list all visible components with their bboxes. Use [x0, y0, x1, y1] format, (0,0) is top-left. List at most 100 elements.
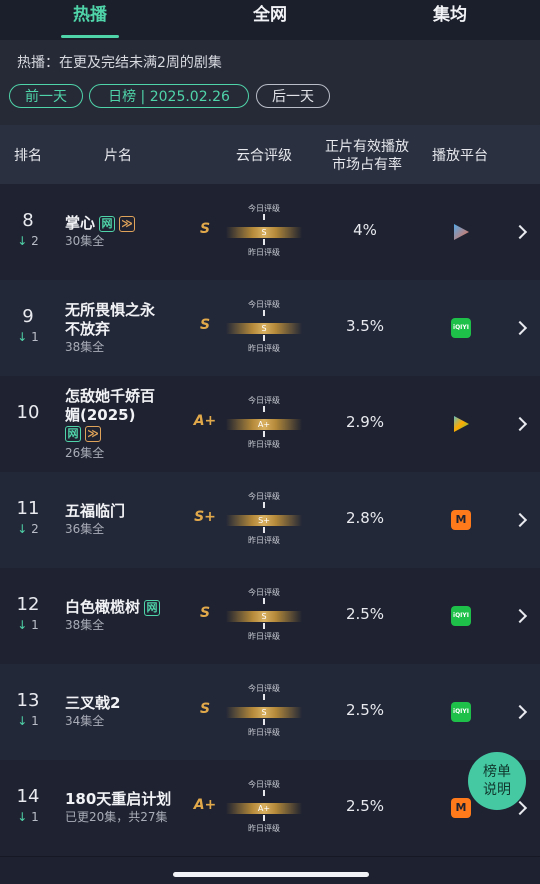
show-title-line[interactable]: 三叉戟2	[65, 692, 120, 713]
market-share: 2.5%	[345, 605, 385, 623]
rating-grade: S	[199, 221, 211, 237]
table-row[interactable]: 9 ↓ 1 无所畏惧之永 不放弃 38集全 S 今日评级 S 昨日评级 3.5% iQIYI	[0, 280, 540, 377]
rating-bar-grade: S+	[258, 516, 270, 525]
ranking-description: 热播：在更及完结未满2周的剧集	[17, 55, 222, 71]
show-title-line[interactable]: 怎敌她千娇百	[65, 385, 155, 406]
today-rating-label: 今日评级	[248, 780, 280, 789]
yesterday-rating-label: 昨日评级	[248, 536, 280, 545]
rank-number: 9	[22, 306, 34, 327]
ranking-explanation-button[interactable]: 榜单 说明	[468, 752, 526, 810]
rating-bar: A+	[226, 803, 302, 814]
rank-change: ↓ 1	[0, 810, 56, 824]
table-header: 排名 片名 云合评级 正片有效播放 市场占有率 播放平台	[0, 125, 540, 184]
rating-grade: S	[199, 605, 211, 621]
rating-grade: S	[199, 317, 211, 333]
chevron-right-icon[interactable]	[513, 320, 529, 336]
rank-change-value: 1	[31, 330, 39, 344]
episode-count: 36集全	[65, 522, 105, 536]
rating-bar-grade: S	[261, 708, 267, 717]
rank-change-value: 1	[31, 618, 39, 632]
table-row[interactable]: 14 ↓ 1 180天重启计划 已更20集，共27集 A+ 今日评级 A+ 昨日评级 2.5% M	[0, 760, 540, 857]
iqiyi-icon: iQIYI	[451, 702, 471, 722]
rank-number: 10	[16, 402, 40, 423]
rank-down-arrow-icon: ↓	[17, 330, 32, 344]
fast-forward-badge-icon: ≫	[85, 425, 101, 442]
tab-per-episode[interactable]: 集均	[360, 0, 540, 40]
header-share-line1: 正片有效播放	[325, 139, 409, 155]
show-title-line[interactable]: 无所畏惧之永	[65, 299, 155, 320]
next-day-button[interactable]: 后一天	[256, 84, 330, 108]
rating-grade: S	[199, 701, 211, 717]
home-indicator[interactable]	[173, 872, 369, 877]
rating-marker-icon	[263, 214, 265, 220]
today-rating-label: 今日评级	[248, 204, 280, 213]
show-title-line[interactable]: 媚(2025)	[65, 404, 135, 425]
chevron-right-icon[interactable]	[513, 416, 529, 432]
chevron-right-icon[interactable]	[513, 512, 529, 528]
web-series-badge: 网	[65, 425, 81, 442]
web-series-badge: 网	[144, 599, 161, 616]
chevron-right-icon[interactable]	[513, 704, 529, 720]
tab-hot[interactable]: 热播	[0, 0, 180, 40]
table-row[interactable]: 8 ↓ 2 掌心网 ≫ 30集全 S 今日评级 S 昨日评级 4%	[0, 184, 540, 281]
previous-day-button[interactable]: 前一天	[9, 84, 83, 108]
fast-forward-badge-icon: ≫	[119, 215, 136, 232]
rank-change: ↓ 2	[0, 234, 56, 248]
rating-bar: A+	[226, 419, 302, 430]
rank-number: 12	[16, 594, 40, 615]
rating-grade: A+	[193, 413, 217, 429]
rating-marker-icon	[263, 623, 265, 629]
rank-down-arrow-icon: ↓	[17, 522, 32, 536]
rating-bar-grade: S	[261, 324, 267, 333]
table-row[interactable]: 12 ↓ 1 白色橄榄树网 38集全 S 今日评级 S 昨日评级 2.5% iQIYI	[0, 568, 540, 665]
header-title: 片名	[104, 148, 132, 164]
rank-down-arrow-icon: ↓	[17, 714, 32, 728]
rating-bar-grade: A+	[257, 420, 271, 429]
rank-number: 14	[16, 786, 40, 807]
market-share: 2.8%	[345, 509, 385, 527]
show-title-text: 白色橄榄树	[65, 598, 141, 616]
rank-down-arrow-icon: ↓	[17, 618, 32, 632]
youku-icon	[454, 224, 469, 240]
episode-count: 38集全	[65, 618, 105, 632]
rating-marker-icon	[263, 502, 265, 508]
market-share: 4%	[353, 221, 377, 239]
show-title-text: 五福临门	[65, 502, 126, 520]
show-title-line[interactable]: 掌心网 ≫	[65, 212, 136, 233]
rating-indicator: 今日评级 A+ 昨日评级	[226, 779, 302, 839]
rating-bar: S	[226, 707, 302, 718]
show-title-line[interactable]: 不放弃	[65, 318, 110, 339]
rank-number: 8	[22, 210, 34, 231]
tab-all-network[interactable]: 全网	[180, 0, 360, 40]
market-share: 3.5%	[345, 317, 385, 335]
show-title-line[interactable]: 180天重启计划	[65, 788, 171, 809]
tencent-video-icon	[454, 416, 469, 432]
rating-marker-icon	[263, 406, 265, 412]
show-title-line[interactable]: 五福临门	[65, 500, 125, 521]
mango-tv-icon: M	[451, 798, 471, 818]
date-selector[interactable]: 日榜 | 2025.02.26	[89, 84, 249, 108]
yesterday-rating-label: 昨日评级	[248, 632, 280, 641]
rank-change: ↓ 1	[0, 714, 56, 728]
rank-down-arrow-icon: ↓	[17, 810, 32, 824]
mango-tv-icon: M	[451, 510, 471, 530]
table-row[interactable]: 13 ↓ 1 三叉戟2 34集全 S 今日评级 S 昨日评级 2.5% iQIYI	[0, 664, 540, 761]
chevron-right-icon[interactable]	[513, 224, 529, 240]
rank-change: ↓ 1	[0, 330, 56, 344]
show-title-text: 180天重启计划	[65, 790, 172, 808]
yesterday-rating-label: 昨日评级	[248, 248, 280, 257]
chevron-right-icon[interactable]	[513, 608, 529, 624]
show-title-line[interactable]: 白色橄榄树网	[65, 596, 161, 617]
show-title-text: 媚(2025)	[65, 406, 136, 424]
table-row[interactable]: 11 ↓ 2 五福临门 36集全 S+ 今日评级 S+ 昨日评级 2.8% M	[0, 472, 540, 569]
market-share: 2.5%	[345, 797, 385, 815]
fab-label-line2: 说明	[483, 782, 511, 798]
iqiyi-icon: iQIYI	[451, 318, 471, 338]
rating-marker-icon	[263, 694, 265, 700]
rating-grade: S+	[194, 509, 216, 525]
table-row[interactable]: 10 怎敌她千娇百 媚(2025) 网 ≫ 26集全 A+ 今日评级 A+ 昨日评级 2.9%	[0, 376, 540, 473]
show-title-text: 不放弃	[65, 320, 111, 338]
today-rating-label: 今日评级	[248, 396, 280, 405]
rating-bar: S	[226, 227, 302, 238]
rating-marker-icon	[263, 335, 265, 341]
